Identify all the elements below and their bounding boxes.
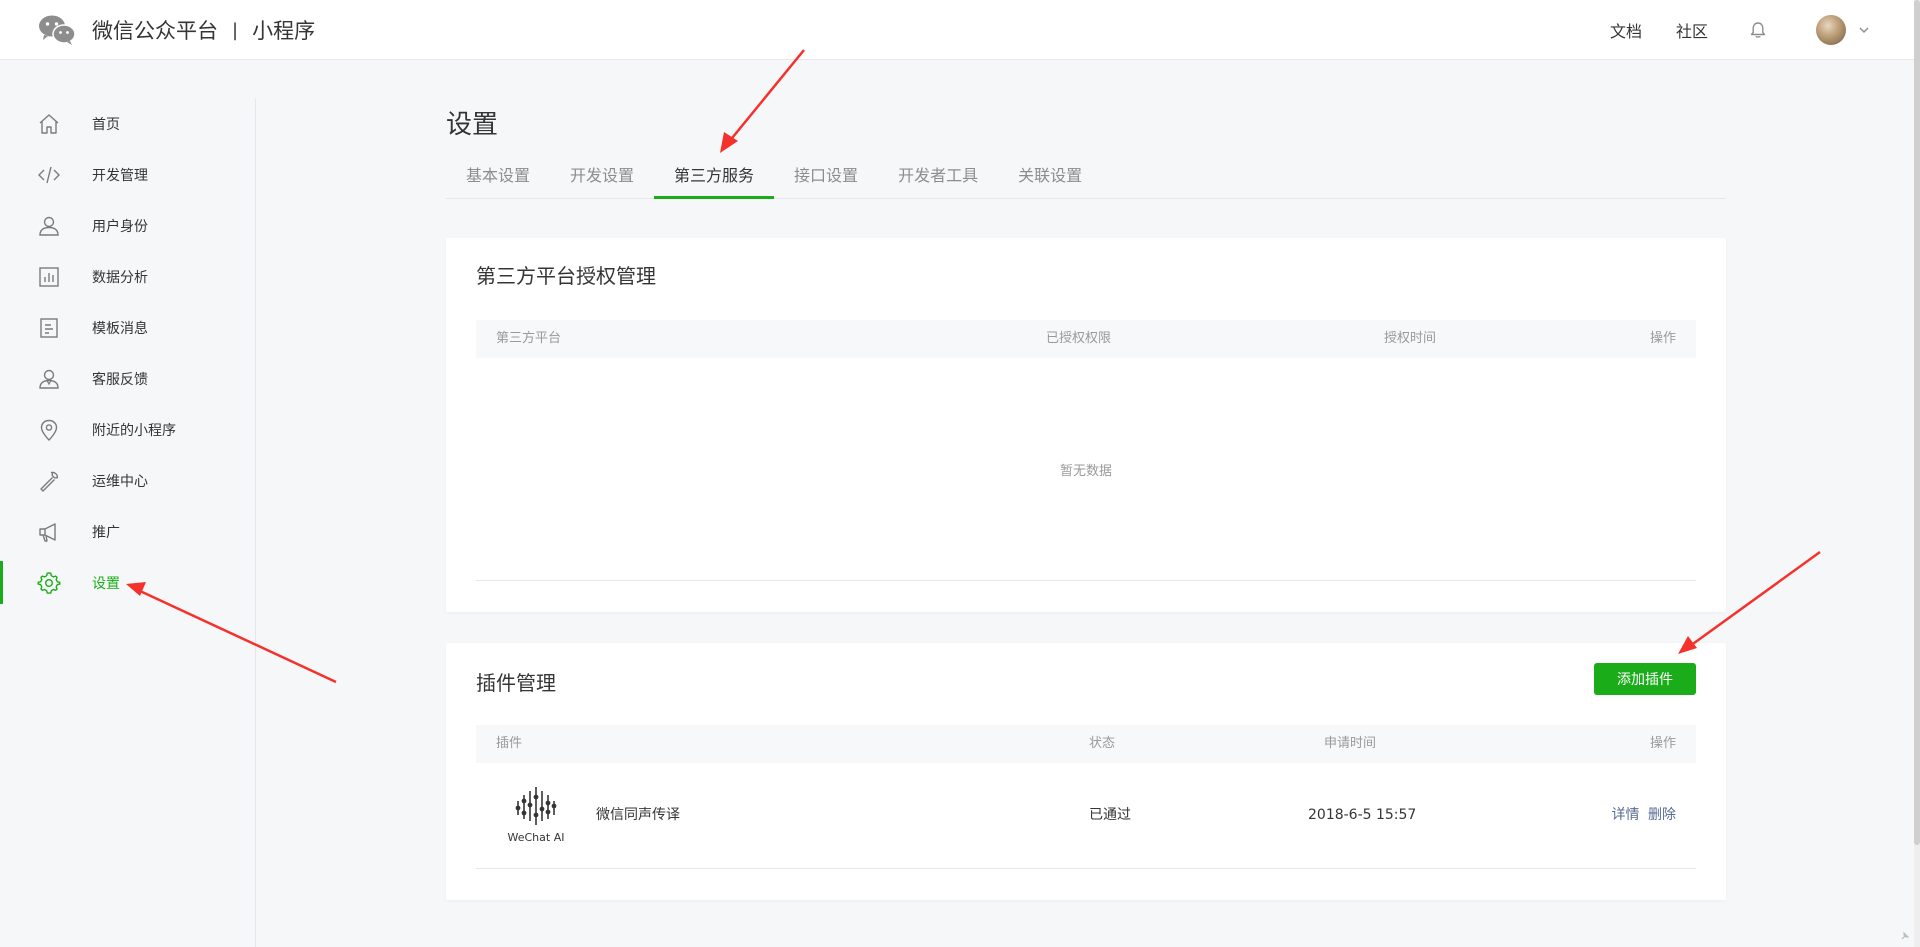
- settings-tabs: 基本设置 开发设置 第三方服务 接口设置 开发者工具 关联设置: [446, 160, 1726, 199]
- sidebar-item-data-analysis[interactable]: 数据分析: [0, 251, 255, 302]
- brand-name: 微信公众平台: [92, 19, 218, 43]
- plugin-logo: WeChat AI: [506, 785, 566, 845]
- sidebar-item-customer-feedback[interactable]: 客服反馈: [0, 353, 255, 404]
- empty-state-text: 暂无数据: [1059, 463, 1112, 479]
- pin-icon: [1901, 931, 1910, 940]
- empty-state: 暂无数据: [476, 358, 1696, 581]
- brand[interactable]: 微信公众平台 | 小程序: [38, 12, 315, 48]
- tab-developer-tools[interactable]: 开发者工具: [878, 160, 998, 198]
- column-header-operation: 操作: [1649, 736, 1676, 751]
- community-link[interactable]: 社区: [1676, 18, 1708, 42]
- chevron-down-icon[interactable]: [1858, 24, 1870, 36]
- sidebar: 首页 开发管理 用户身份 数据分析 模板消息 客服反馈 附近的小程序 运维中心 …: [0, 98, 256, 947]
- sidebar-item-label: 运维中心: [92, 473, 148, 490]
- plugin-actions: 详情 删除: [1612, 763, 1676, 868]
- scrollbar-thumb[interactable]: [1914, 0, 1920, 845]
- tab-basic-settings[interactable]: 基本设置: [446, 160, 550, 198]
- third-party-auth-title: 第三方平台授权管理: [476, 264, 656, 288]
- column-header-apply-time: 申请时间: [1324, 736, 1377, 751]
- column-header-permissions: 已授权权限: [1046, 331, 1112, 346]
- tab-dev-settings[interactable]: 开发设置: [550, 160, 654, 198]
- document-icon: [40, 318, 58, 338]
- sidebar-item-ops-center[interactable]: 运维中心: [0, 455, 255, 506]
- column-header-plugin: 插件: [496, 736, 523, 751]
- page-title: 设置: [446, 110, 499, 140]
- plugin-table-header: 插件 状态 申请时间 操作: [476, 725, 1696, 763]
- plugin-management-card: 插件管理 添加插件 插件 状态 申请时间 操作 WeChat AI 微信同声传译: [446, 643, 1726, 900]
- third-party-table-header: 第三方平台 已授权权限 授权时间 操作: [476, 320, 1696, 358]
- plugin-detail-link[interactable]: 详情: [1612, 807, 1640, 823]
- avatar[interactable]: [1816, 15, 1846, 45]
- tab-interface-settings[interactable]: 接口设置: [774, 160, 878, 198]
- code-icon: [38, 166, 60, 184]
- sidebar-item-label: 模板消息: [92, 320, 148, 337]
- sidebar-item-label: 开发管理: [92, 167, 148, 184]
- wechat-ai-icon: [515, 787, 557, 825]
- annotation-arrow-tab: [720, 49, 805, 153]
- sidebar-item-user-identity[interactable]: 用户身份: [0, 200, 255, 251]
- column-header-operation: 操作: [1649, 331, 1676, 346]
- sidebar-item-home[interactable]: 首页: [0, 98, 255, 149]
- tab-third-party-service[interactable]: 第三方服务: [654, 160, 775, 199]
- plugin-delete-link[interactable]: 删除: [1648, 807, 1676, 823]
- plugin-status: 已通过: [1089, 807, 1131, 823]
- third-party-auth-card: 第三方平台授权管理 第三方平台 已授权权限 授权时间 操作 暂无数据: [446, 238, 1726, 612]
- sidebar-item-dev-management[interactable]: 开发管理: [0, 149, 255, 200]
- column-header-platform: 第三方平台: [496, 331, 562, 346]
- customer-service-icon: [39, 369, 59, 389]
- top-right-actions: 文档 社区: [1576, 0, 1870, 60]
- tab-association-settings[interactable]: 关联设置: [998, 160, 1102, 198]
- plugin-logo-text: WeChat AI: [507, 831, 565, 844]
- sidebar-item-label: 首页: [92, 116, 120, 133]
- column-header-auth-time: 授权时间: [1384, 331, 1437, 346]
- bell-icon[interactable]: [1748, 20, 1768, 40]
- brand-subtitle: 小程序: [252, 19, 316, 43]
- sidebar-item-label: 数据分析: [92, 269, 148, 286]
- sidebar-item-nearby-miniprogram[interactable]: 附近的小程序: [0, 404, 255, 455]
- sidebar-item-template-message[interactable]: 模板消息: [0, 302, 255, 353]
- docs-link[interactable]: 文档: [1610, 18, 1642, 42]
- sidebar-item-label: 用户身份: [92, 218, 148, 235]
- sidebar-item-label: 客服反馈: [92, 371, 148, 388]
- location-pin-icon: [40, 419, 58, 441]
- add-plugin-button[interactable]: 添加插件: [1594, 663, 1696, 695]
- plugin-management-title: 插件管理: [476, 671, 556, 695]
- table-row: WeChat AI 微信同声传译 已通过 2018-6-5 15:57 详情 删…: [476, 763, 1696, 869]
- plugin-name: 微信同声传译: [596, 807, 680, 823]
- top-bar: 微信公众平台 | 小程序 文档 社区: [0, 0, 1920, 60]
- sidebar-item-settings[interactable]: 设置: [0, 557, 255, 608]
- wechat-logo-icon: [39, 15, 76, 45]
- brand-separator: |: [232, 19, 239, 41]
- column-header-status: 状态: [1089, 736, 1116, 751]
- wrench-icon: [40, 471, 59, 492]
- sidebar-item-label: 设置: [92, 575, 120, 592]
- plugin-apply-time: 2018-6-5 15:57: [1308, 807, 1417, 823]
- chart-icon: [39, 267, 59, 287]
- sidebar-item-label: 推广: [92, 524, 120, 541]
- user-icon: [39, 216, 59, 236]
- megaphone-icon: [39, 523, 56, 542]
- sidebar-item-label: 附近的小程序: [92, 422, 176, 439]
- sidebar-item-promotion[interactable]: 推广: [0, 506, 255, 557]
- gear-icon: [37, 572, 61, 594]
- home-icon: [39, 114, 59, 134]
